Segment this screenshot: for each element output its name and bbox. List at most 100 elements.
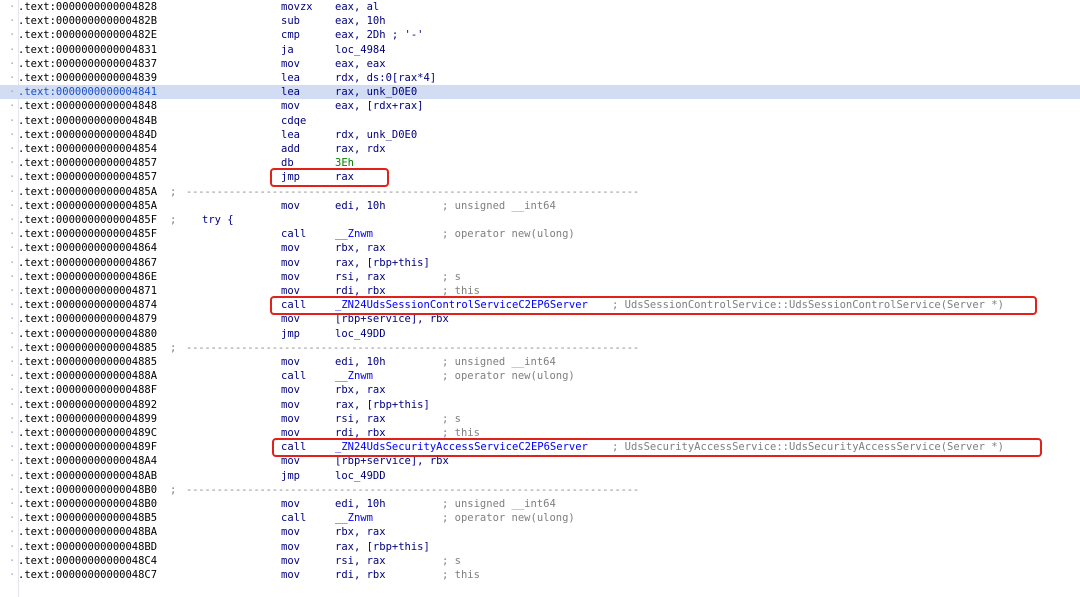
address-label[interactable]: .text:0000000000004857	[18, 156, 157, 170]
instruction-operand[interactable]: eax, 10h	[335, 14, 386, 28]
instruction-operand[interactable]: rax, [rbp+this]	[335, 256, 430, 270]
address-label[interactable]: .text:0000000000004857	[18, 170, 157, 184]
instruction-operand[interactable]: loc_4984	[335, 43, 386, 57]
instruction-operand[interactable]: __Znwm	[335, 227, 373, 241]
instruction-mnemonic[interactable]: mov	[281, 568, 300, 582]
listing-line[interactable]: · .text:00000000000048B0 mov edi, 10h ; unsi…	[0, 497, 1080, 511]
listing-line[interactable]: · .text:00000000000048C7 mov rdi, rbx ; this	[0, 568, 1080, 582]
listing-line[interactable]: · .text:0000000000004880 jmp loc_49DD	[0, 327, 1080, 341]
listing-line[interactable]: · .text:00000000000048B0; ----------------…	[0, 483, 1080, 497]
address-label[interactable]: .text:0000000000004899	[18, 412, 157, 426]
address-label[interactable]: .text:000000000000482B	[18, 14, 157, 28]
instruction-mnemonic[interactable]: mov	[281, 412, 300, 426]
instruction-operand[interactable]: loc_49DD	[335, 327, 386, 341]
instruction-operand[interactable]: rax, [rbp+this]	[335, 540, 430, 554]
address-label[interactable]: .text:0000000000004839	[18, 71, 157, 85]
instruction-mnemonic[interactable]: mov	[281, 256, 300, 270]
instruction-operand[interactable]: __Znwm	[335, 369, 373, 383]
listing-line[interactable]: · .text:0000000000004839 lea rdx, ds:0[rax*…	[0, 71, 1080, 85]
instruction-mnemonic[interactable]: cmp	[281, 28, 300, 42]
listing-line[interactable]: · .text:000000000000485F call __Znwm ; opera…	[0, 227, 1080, 241]
listing-line[interactable]: · .text:00000000000048AB jmp loc_49DD	[0, 469, 1080, 483]
instruction-mnemonic[interactable]: mov	[281, 525, 300, 539]
listing-line[interactable]: · .text:0000000000004867 mov rax, [rbp+this…	[0, 256, 1080, 270]
address-label[interactable]: .text:0000000000004848	[18, 99, 157, 113]
instruction-mnemonic[interactable]: mov	[281, 57, 300, 71]
listing-line[interactable]: · .text:0000000000004831 ja loc_4984	[0, 43, 1080, 57]
instruction-mnemonic[interactable]: lea	[281, 85, 300, 99]
listing-line[interactable]: · .text:0000000000004857 jmp rax	[0, 170, 1080, 184]
address-label[interactable]: .text:00000000000048A4	[18, 454, 157, 468]
instruction-operand[interactable]: rax, unk_D0E0	[335, 85, 417, 99]
instruction-operand[interactable]: eax, 2Dh ; '-'	[335, 28, 424, 42]
address-label[interactable]: .text:000000000000484B	[18, 114, 157, 128]
address-label[interactable]: .text:000000000000489F	[18, 440, 157, 454]
address-label[interactable]: .text:00000000000048BD	[18, 540, 157, 554]
instruction-mnemonic[interactable]: call	[281, 369, 306, 383]
address-label[interactable]: .text:0000000000004880	[18, 327, 157, 341]
address-label[interactable]: .text:000000000000482E	[18, 28, 157, 42]
address-label[interactable]: .text:000000000000484D	[18, 128, 157, 142]
instruction-mnemonic[interactable]: mov	[281, 241, 300, 255]
instruction-mnemonic[interactable]: lea	[281, 128, 300, 142]
instruction-mnemonic[interactable]: mov	[281, 270, 300, 284]
address-label[interactable]: .text:00000000000048B5	[18, 511, 157, 525]
instruction-operand[interactable]: eax, [rdx+rax]	[335, 99, 424, 113]
listing-line[interactable]: · .text:00000000000048B5 call __Znwm ; opera…	[0, 511, 1080, 525]
instruction-mnemonic[interactable]: mov	[281, 383, 300, 397]
instruction-operand[interactable]: rbx, rax	[335, 241, 386, 255]
address-label[interactable]: .text:0000000000004874	[18, 298, 157, 312]
address-label[interactable]: .text:00000000000048B0	[18, 483, 157, 497]
listing-line[interactable]: · .text:000000000000482E cmp eax, 2Dh ; '-'	[0, 28, 1080, 42]
address-label[interactable]: .text:0000000000004828	[18, 0, 157, 14]
address-label[interactable]: .text:0000000000004879	[18, 312, 157, 326]
listing-line[interactable]: · .text:000000000000486E mov rsi, rax ; s	[0, 270, 1080, 284]
disassembly-view[interactable]: · .text:0000000000004828 movzx eax, al · .tex…	[0, 0, 1080, 597]
listing-line[interactable]: · .text:000000000000485A mov edi, 10h ; unsi…	[0, 199, 1080, 213]
listing-line[interactable]: · .text:0000000000004841 lea rax, unk_D0E0	[0, 85, 1080, 100]
listing-line[interactable]: · .text:0000000000004837 mov eax, eax	[0, 57, 1080, 71]
instruction-mnemonic[interactable]: lea	[281, 71, 300, 85]
instruction-operand[interactable]: rax, rdx	[335, 142, 386, 156]
address-label[interactable]: .text:000000000000485F	[18, 213, 157, 227]
listing-line[interactable]: · .text:000000000000482B sub eax, 10h	[0, 14, 1080, 28]
instruction-operand[interactable]: eax, eax	[335, 57, 386, 71]
instruction-operand[interactable]: edi, 10h	[335, 497, 386, 511]
listing-line[interactable]: · .text:000000000000485A; ----------------…	[0, 185, 1080, 199]
listing-line[interactable]: · .text:0000000000004892 mov rax, [rbp+this…	[0, 398, 1080, 412]
listing-line[interactable]: · .text:0000000000004848 mov eax, [rdx+rax]	[0, 99, 1080, 113]
instruction-mnemonic[interactable]: call	[281, 511, 306, 525]
instruction-mnemonic[interactable]: mov	[281, 355, 300, 369]
instruction-operand[interactable]: loc_49DD	[335, 469, 386, 483]
address-label[interactable]: .text:0000000000004854	[18, 142, 157, 156]
listing-line[interactable]: · .text:00000000000048BD mov rax, [rbp+this…	[0, 540, 1080, 554]
instruction-operand[interactable]: eax, al	[335, 0, 379, 14]
address-label[interactable]: .text:0000000000004892	[18, 398, 157, 412]
instruction-mnemonic[interactable]: jmp	[281, 469, 300, 483]
instruction-mnemonic[interactable]: mov	[281, 497, 300, 511]
address-label[interactable]: .text:00000000000048C7	[18, 568, 157, 582]
address-label[interactable]: .text:000000000000485A	[18, 199, 157, 213]
address-label[interactable]: .text:000000000000486E	[18, 270, 157, 284]
listing-line[interactable]: · .text:000000000000488A call __Znwm ; opera…	[0, 369, 1080, 383]
listing-line[interactable]: · .text:0000000000004899 mov rsi, rax ; s	[0, 412, 1080, 426]
instruction-mnemonic[interactable]: ja	[281, 43, 294, 57]
instruction-mnemonic[interactable]: call	[281, 227, 306, 241]
listing-line[interactable]: · .text:000000000000484D lea rdx, unk_D0E0	[0, 128, 1080, 142]
instruction-mnemonic[interactable]: cdqe	[281, 114, 306, 128]
address-label[interactable]: .text:00000000000048C4	[18, 554, 157, 568]
listing-line[interactable]: · .text:000000000000485F; try {	[0, 213, 1080, 227]
address-label[interactable]: .text:000000000000485F	[18, 227, 157, 241]
instruction-operand[interactable]: rsi, rax	[335, 554, 386, 568]
instruction-mnemonic[interactable]: mov	[281, 199, 300, 213]
instruction-operand[interactable]: rdi, rbx	[335, 568, 386, 582]
instruction-operand[interactable]: __Znwm	[335, 511, 373, 525]
listing-line[interactable]: · .text:0000000000004885; ----------------…	[0, 341, 1080, 355]
instruction-operand[interactable]: rdx, ds:0[rax*4]	[335, 71, 436, 85]
instruction-mnemonic[interactable]: jmp	[281, 327, 300, 341]
listing-line[interactable]: · .text:000000000000488F mov rbx, rax	[0, 383, 1080, 397]
address-label[interactable]: .text:0000000000004841	[18, 85, 157, 99]
address-label[interactable]: .text:0000000000004837	[18, 57, 157, 71]
address-label[interactable]: .text:0000000000004871	[18, 284, 157, 298]
address-label[interactable]: .text:0000000000004864	[18, 241, 157, 255]
